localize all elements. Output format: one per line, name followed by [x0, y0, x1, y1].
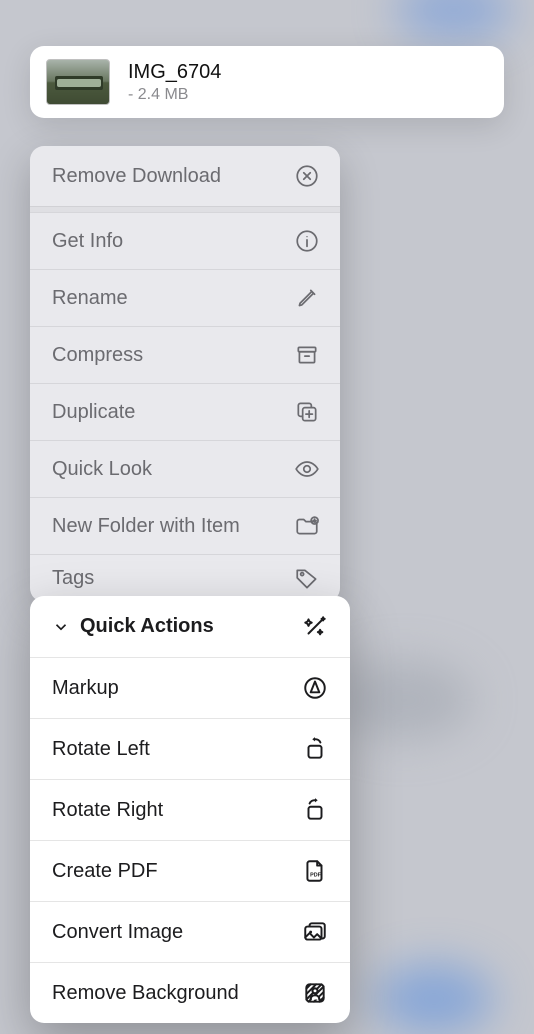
pdf-file-icon: PDF: [302, 858, 328, 884]
file-meta: IMG_6704 - 2.4 MB: [128, 61, 221, 104]
menu-duplicate[interactable]: Duplicate: [30, 383, 340, 440]
menu-item-label: New Folder with Item: [52, 515, 240, 538]
remove-background-icon: [302, 980, 328, 1006]
action-create-pdf[interactable]: Create PDF PDF: [30, 840, 350, 901]
menu-remove-download[interactable]: Remove Download: [30, 146, 340, 206]
menu-item-label: Convert Image: [52, 921, 183, 944]
tag-icon: [294, 566, 320, 592]
markup-icon: [302, 675, 328, 701]
menu-item-label: Rotate Right: [52, 799, 163, 822]
menu-tags[interactable]: Tags: [30, 554, 340, 602]
quick-actions-header[interactable]: Quick Actions: [30, 596, 350, 657]
menu-item-label: Duplicate: [52, 401, 135, 424]
action-markup[interactable]: Markup: [30, 657, 350, 718]
action-remove-background[interactable]: Remove Background: [30, 962, 350, 1023]
action-rotate-right[interactable]: Rotate Right: [30, 779, 350, 840]
close-circle-icon: [294, 163, 320, 189]
action-convert-image[interactable]: Convert Image: [30, 901, 350, 962]
menu-item-label: Rename: [52, 287, 128, 310]
eye-icon: [294, 456, 320, 482]
duplicate-icon: [294, 399, 320, 425]
file-name: IMG_6704: [128, 61, 221, 84]
menu-quick-look[interactable]: Quick Look: [30, 440, 340, 497]
menu-item-label: Create PDF: [52, 860, 158, 883]
file-preview-card[interactable]: IMG_6704 - 2.4 MB: [30, 46, 504, 118]
chevron-down-icon: [52, 618, 70, 636]
menu-item-label: Rotate Left: [52, 738, 150, 761]
folder-plus-icon: [294, 513, 320, 539]
action-rotate-left[interactable]: Rotate Left: [30, 718, 350, 779]
file-size: - 2.4 MB: [128, 86, 221, 104]
menu-item-label: Quick Look: [52, 458, 152, 481]
magic-wand-icon: [302, 614, 328, 640]
quick-actions-title: Quick Actions: [80, 615, 214, 638]
svg-text:PDF: PDF: [310, 872, 322, 878]
archive-icon: [294, 342, 320, 368]
rotate-right-icon: [302, 797, 328, 823]
menu-get-info[interactable]: Get Info: [30, 212, 340, 269]
menu-item-label: Markup: [52, 677, 119, 700]
file-thumbnail: [46, 59, 110, 105]
menu-compress[interactable]: Compress: [30, 326, 340, 383]
context-menu: Remove Download Get Info Rename Compress…: [30, 146, 340, 602]
menu-item-label: Compress: [52, 344, 143, 367]
pencil-icon: [294, 285, 320, 311]
quick-actions-submenu: Quick Actions Markup Rotate Left Rotate …: [30, 596, 350, 1023]
menu-new-folder-with-item[interactable]: New Folder with Item: [30, 497, 340, 554]
images-icon: [302, 919, 328, 945]
menu-rename[interactable]: Rename: [30, 269, 340, 326]
menu-item-label: Remove Download: [52, 165, 221, 188]
menu-item-label: Remove Background: [52, 982, 239, 1005]
info-icon: [294, 228, 320, 254]
menu-item-label: Tags: [52, 567, 94, 590]
rotate-left-icon: [302, 736, 328, 762]
menu-item-label: Get Info: [52, 230, 123, 253]
